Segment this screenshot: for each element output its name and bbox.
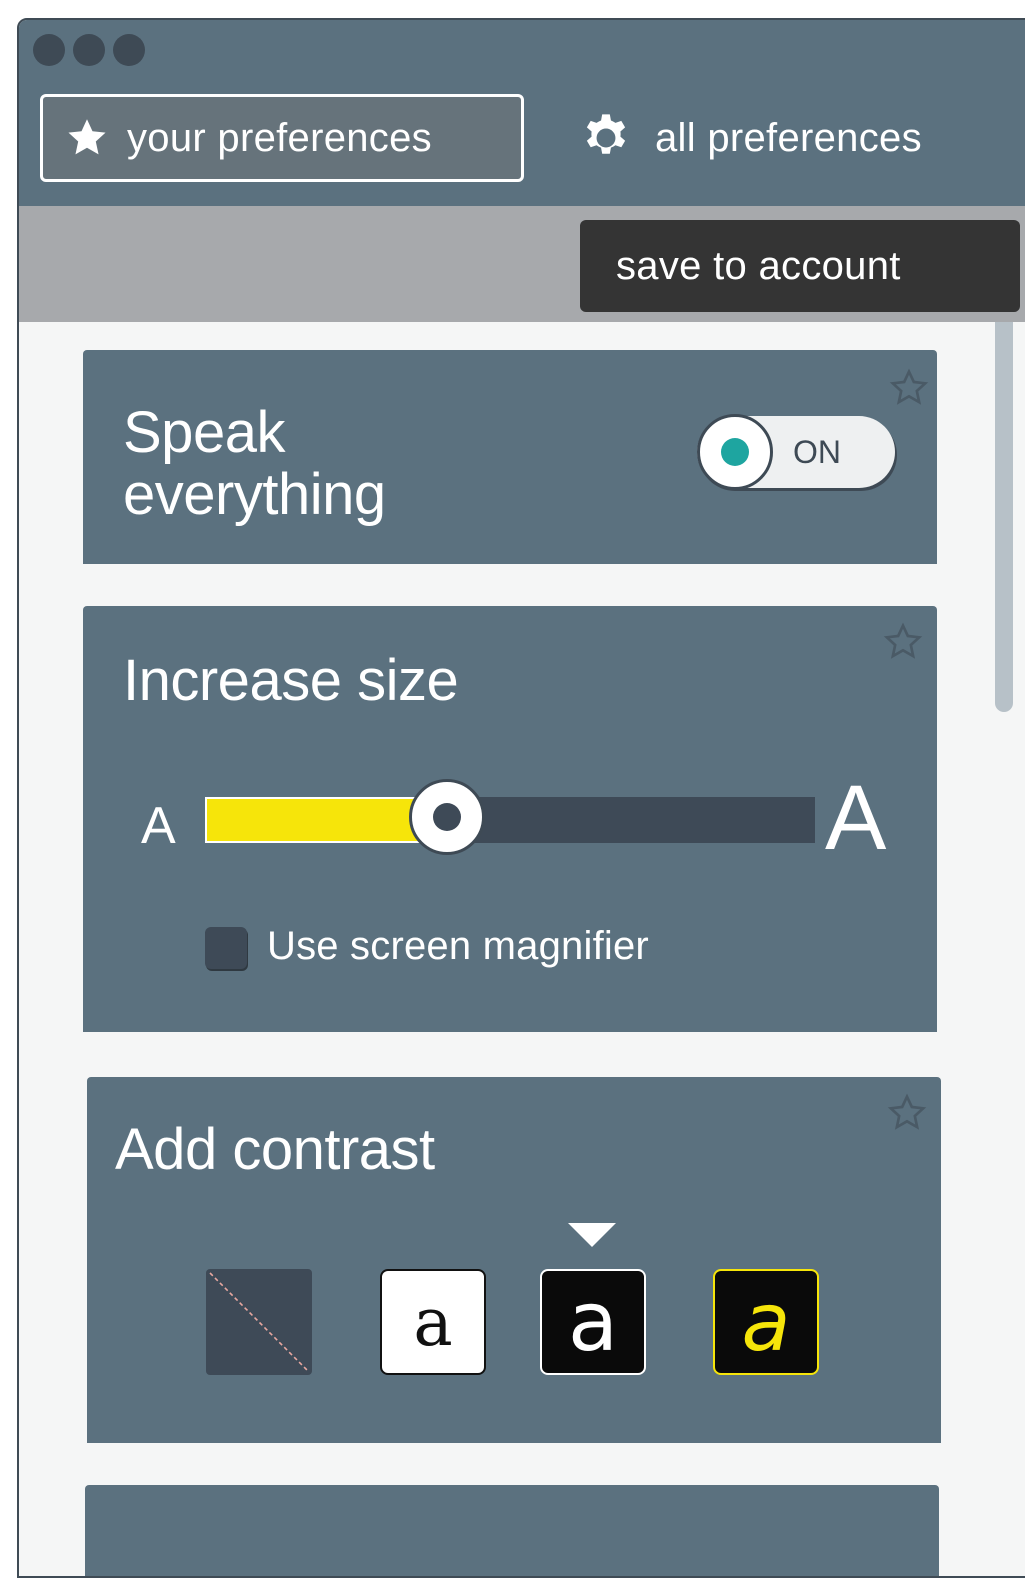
star-outline-icon[interactable] [889,368,929,408]
contrast-option-yellow-on-black[interactable]: a [713,1269,819,1375]
contrast-option-black-on-white[interactable]: a [380,1269,486,1375]
contrast-title: Add contrast [115,1117,435,1182]
tab-all-preferences-label: all preferences [655,115,922,160]
maximize-dot[interactable] [113,34,145,66]
star-outline-icon[interactable] [887,1093,927,1133]
size-slider-track[interactable] [205,797,815,843]
scrollbar[interactable] [995,322,1013,712]
title-bar: your preferences all preferences [19,20,1025,206]
tab-your-preferences[interactable]: your preferences [40,94,524,182]
size-slider-thumb[interactable] [409,779,485,855]
toggle-knob [697,414,773,490]
gear-icon [579,111,633,165]
minimize-dot[interactable] [73,34,105,66]
contrast-option-none[interactable] [206,1269,312,1375]
screen-magnifier-checkbox[interactable] [205,927,247,969]
speak-title-line2: everything [123,462,386,527]
size-title: Increase size [123,648,459,713]
toggle-state-label: ON [793,434,841,470]
card-add-contrast: Add contrast a a a [87,1077,941,1443]
close-dot[interactable] [33,34,65,66]
card-speak-everything: Speak everything ON [83,350,937,564]
speak-toggle[interactable]: ON [697,414,895,490]
speak-title-line1: Speak [123,400,285,465]
selected-indicator-arrow [568,1223,616,1247]
size-slider-fill [205,797,437,843]
size-small-label: A [141,797,176,855]
contrast-option-white-on-black[interactable]: a [540,1269,646,1375]
save-to-account-button[interactable]: save to account [580,220,1020,312]
tab-your-preferences-label: your preferences [127,115,432,160]
card-next-preference [85,1485,939,1576]
tab-all-preferences[interactable]: all preferences [579,94,922,182]
card-increase-size: Increase size A A Use screen magnifier [83,606,937,1032]
star-icon [65,116,109,160]
size-large-label: A [825,767,887,869]
screen-magnifier-label: Use screen magnifier [267,924,649,968]
no-contrast-slash-icon [209,1272,309,1372]
app-window: your preferences all preferences save to… [17,18,1025,1578]
star-outline-icon[interactable] [883,622,923,662]
